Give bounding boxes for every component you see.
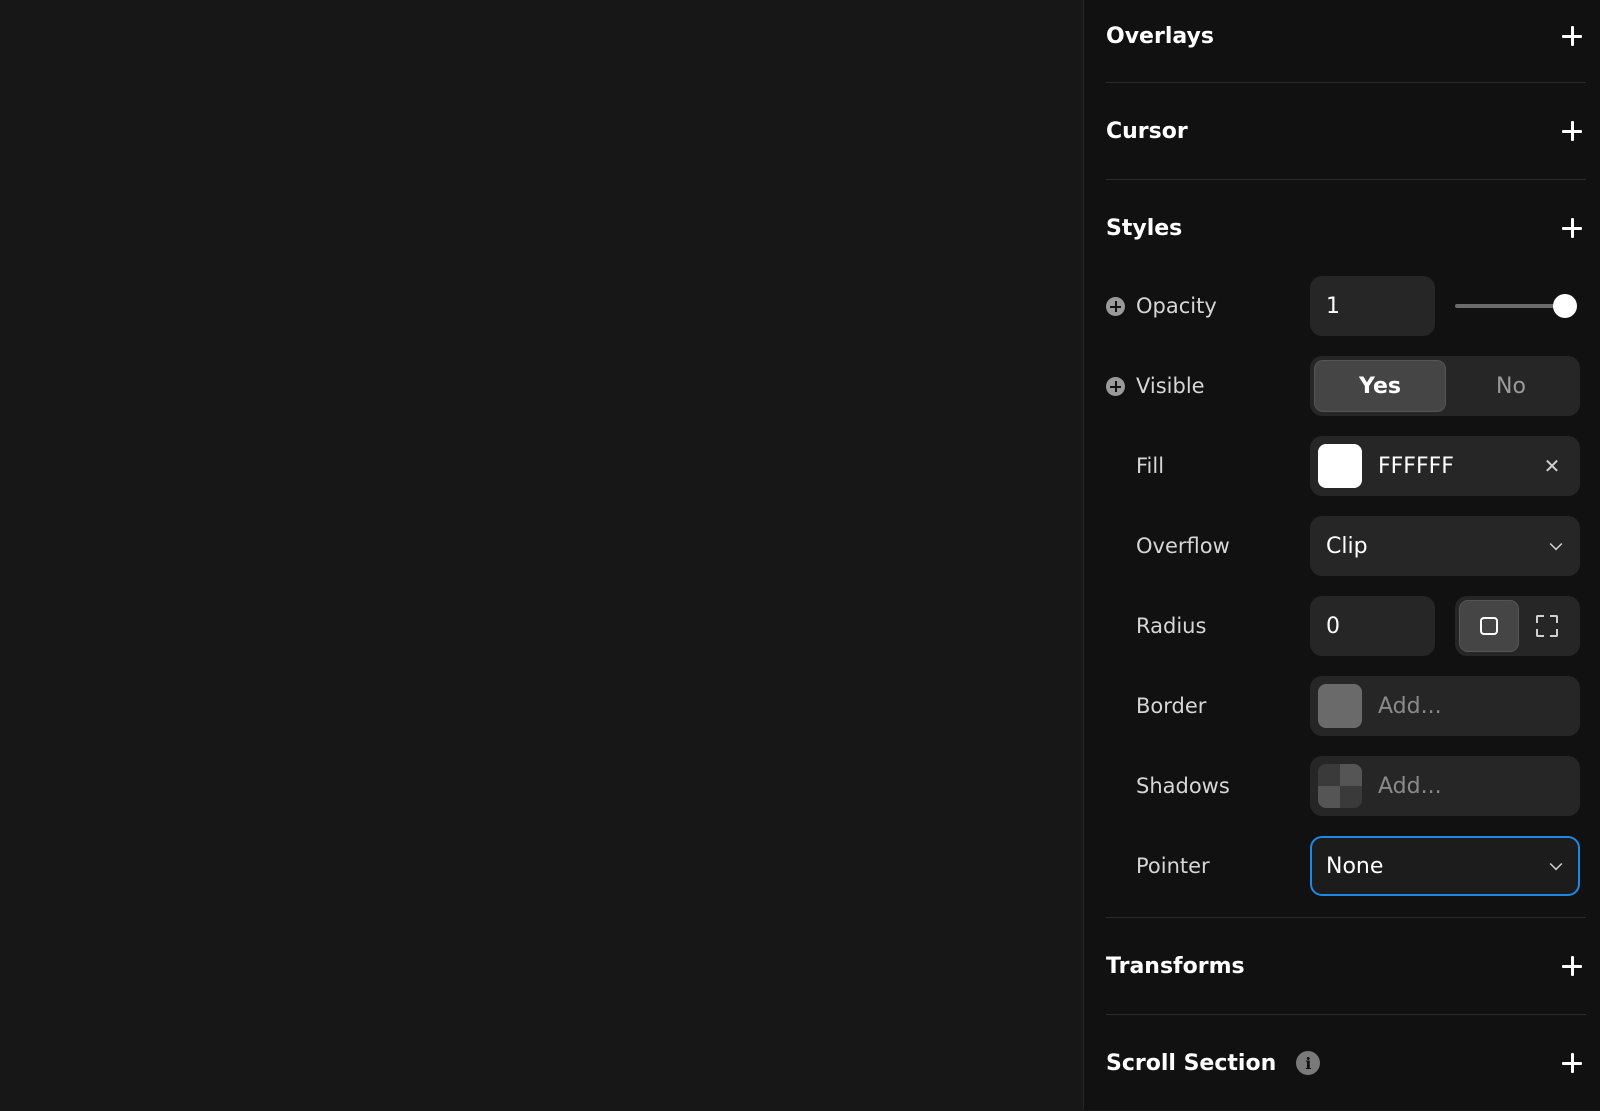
plus-icon[interactable] (1558, 1049, 1586, 1077)
visible-no-option[interactable]: No (1446, 360, 1576, 412)
plus-icon[interactable] (1558, 952, 1586, 980)
section-title-overlays: Overlays (1106, 23, 1214, 49)
plus-icon[interactable] (1558, 117, 1586, 145)
shadows-field[interactable]: Add... (1310, 756, 1580, 816)
border-label: Border (1136, 694, 1207, 718)
section-overlays[interactable]: Overlays (1106, 0, 1586, 84)
chevron-down-icon (1549, 857, 1563, 871)
border-row: Border Add... (1106, 676, 1586, 736)
pointer-value: None (1326, 853, 1384, 879)
fill-color-swatch[interactable] (1318, 444, 1362, 488)
properties-panel: Overlays Cursor Styles Opacity 1 Visible… (1083, 0, 1600, 1110)
shadows-label: Shadows (1136, 774, 1230, 798)
visible-toggle: Yes No (1310, 356, 1580, 416)
opacity-value: 1 (1326, 293, 1340, 319)
fill-value: FFFFFF (1378, 453, 1454, 479)
plus-icon[interactable] (1558, 22, 1586, 50)
plus-icon[interactable] (1558, 214, 1586, 242)
overflow-label: Overflow (1136, 534, 1230, 558)
fill-label: Fill (1136, 454, 1165, 478)
add-property-icon[interactable] (1106, 297, 1125, 316)
section-title-styles: Styles (1106, 215, 1183, 241)
section-scroll[interactable]: Scroll Section i (1106, 1015, 1586, 1111)
shadows-row: Shadows Add... (1106, 756, 1586, 816)
overflow-row: Overflow Clip (1106, 516, 1586, 576)
square-icon (1479, 617, 1498, 635)
border-field[interactable]: Add... (1310, 676, 1580, 736)
pointer-select[interactable]: None (1310, 836, 1580, 896)
section-cursor[interactable]: Cursor (1106, 83, 1586, 179)
pointer-row: Pointer None (1106, 836, 1586, 896)
section-title-transforms: Transforms (1106, 953, 1245, 979)
border-placeholder: Add... (1378, 693, 1442, 719)
opacity-slider[interactable] (1455, 294, 1577, 318)
overflow-select[interactable]: Clip (1310, 516, 1580, 576)
close-icon[interactable]: ✕ (1540, 454, 1564, 478)
scroll-section-label: Scroll Section (1106, 1050, 1277, 1076)
section-styles[interactable]: Styles (1106, 180, 1586, 276)
shadows-swatch[interactable] (1318, 764, 1362, 808)
visible-yes-option[interactable]: Yes (1314, 360, 1446, 412)
radius-individual-button[interactable] (1519, 600, 1577, 652)
border-swatch[interactable] (1318, 684, 1362, 728)
section-title-scroll: Scroll Section i (1106, 1050, 1321, 1076)
radius-value: 0 (1326, 613, 1340, 639)
radius-row: Radius 0 (1106, 596, 1586, 656)
chevron-down-icon (1549, 537, 1563, 551)
opacity-slider-thumb[interactable] (1553, 294, 1577, 318)
shadows-placeholder: Add... (1378, 773, 1442, 799)
canvas-area[interactable] (0, 0, 1083, 1110)
visible-label: Visible (1136, 374, 1205, 398)
fill-field[interactable]: FFFFFF ✕ (1310, 436, 1580, 496)
overflow-value: Clip (1326, 533, 1368, 559)
radius-mode-toggle (1455, 596, 1580, 656)
radius-uniform-button[interactable] (1459, 600, 1519, 652)
pointer-label: Pointer (1136, 854, 1210, 878)
visible-row: Visible Yes No (1106, 356, 1586, 416)
info-icon[interactable]: i (1296, 1051, 1321, 1075)
add-property-icon[interactable] (1106, 377, 1125, 396)
corners-icon (1536, 615, 1559, 637)
radius-label: Radius (1136, 614, 1207, 638)
fill-row: Fill FFFFFF ✕ (1106, 436, 1586, 496)
opacity-label: Opacity (1136, 294, 1217, 318)
section-title-cursor: Cursor (1106, 118, 1188, 144)
section-transforms[interactable]: Transforms (1106, 918, 1586, 1014)
opacity-row: Opacity 1 (1106, 276, 1586, 336)
opacity-input[interactable]: 1 (1310, 276, 1435, 336)
radius-input[interactable]: 0 (1310, 596, 1435, 656)
